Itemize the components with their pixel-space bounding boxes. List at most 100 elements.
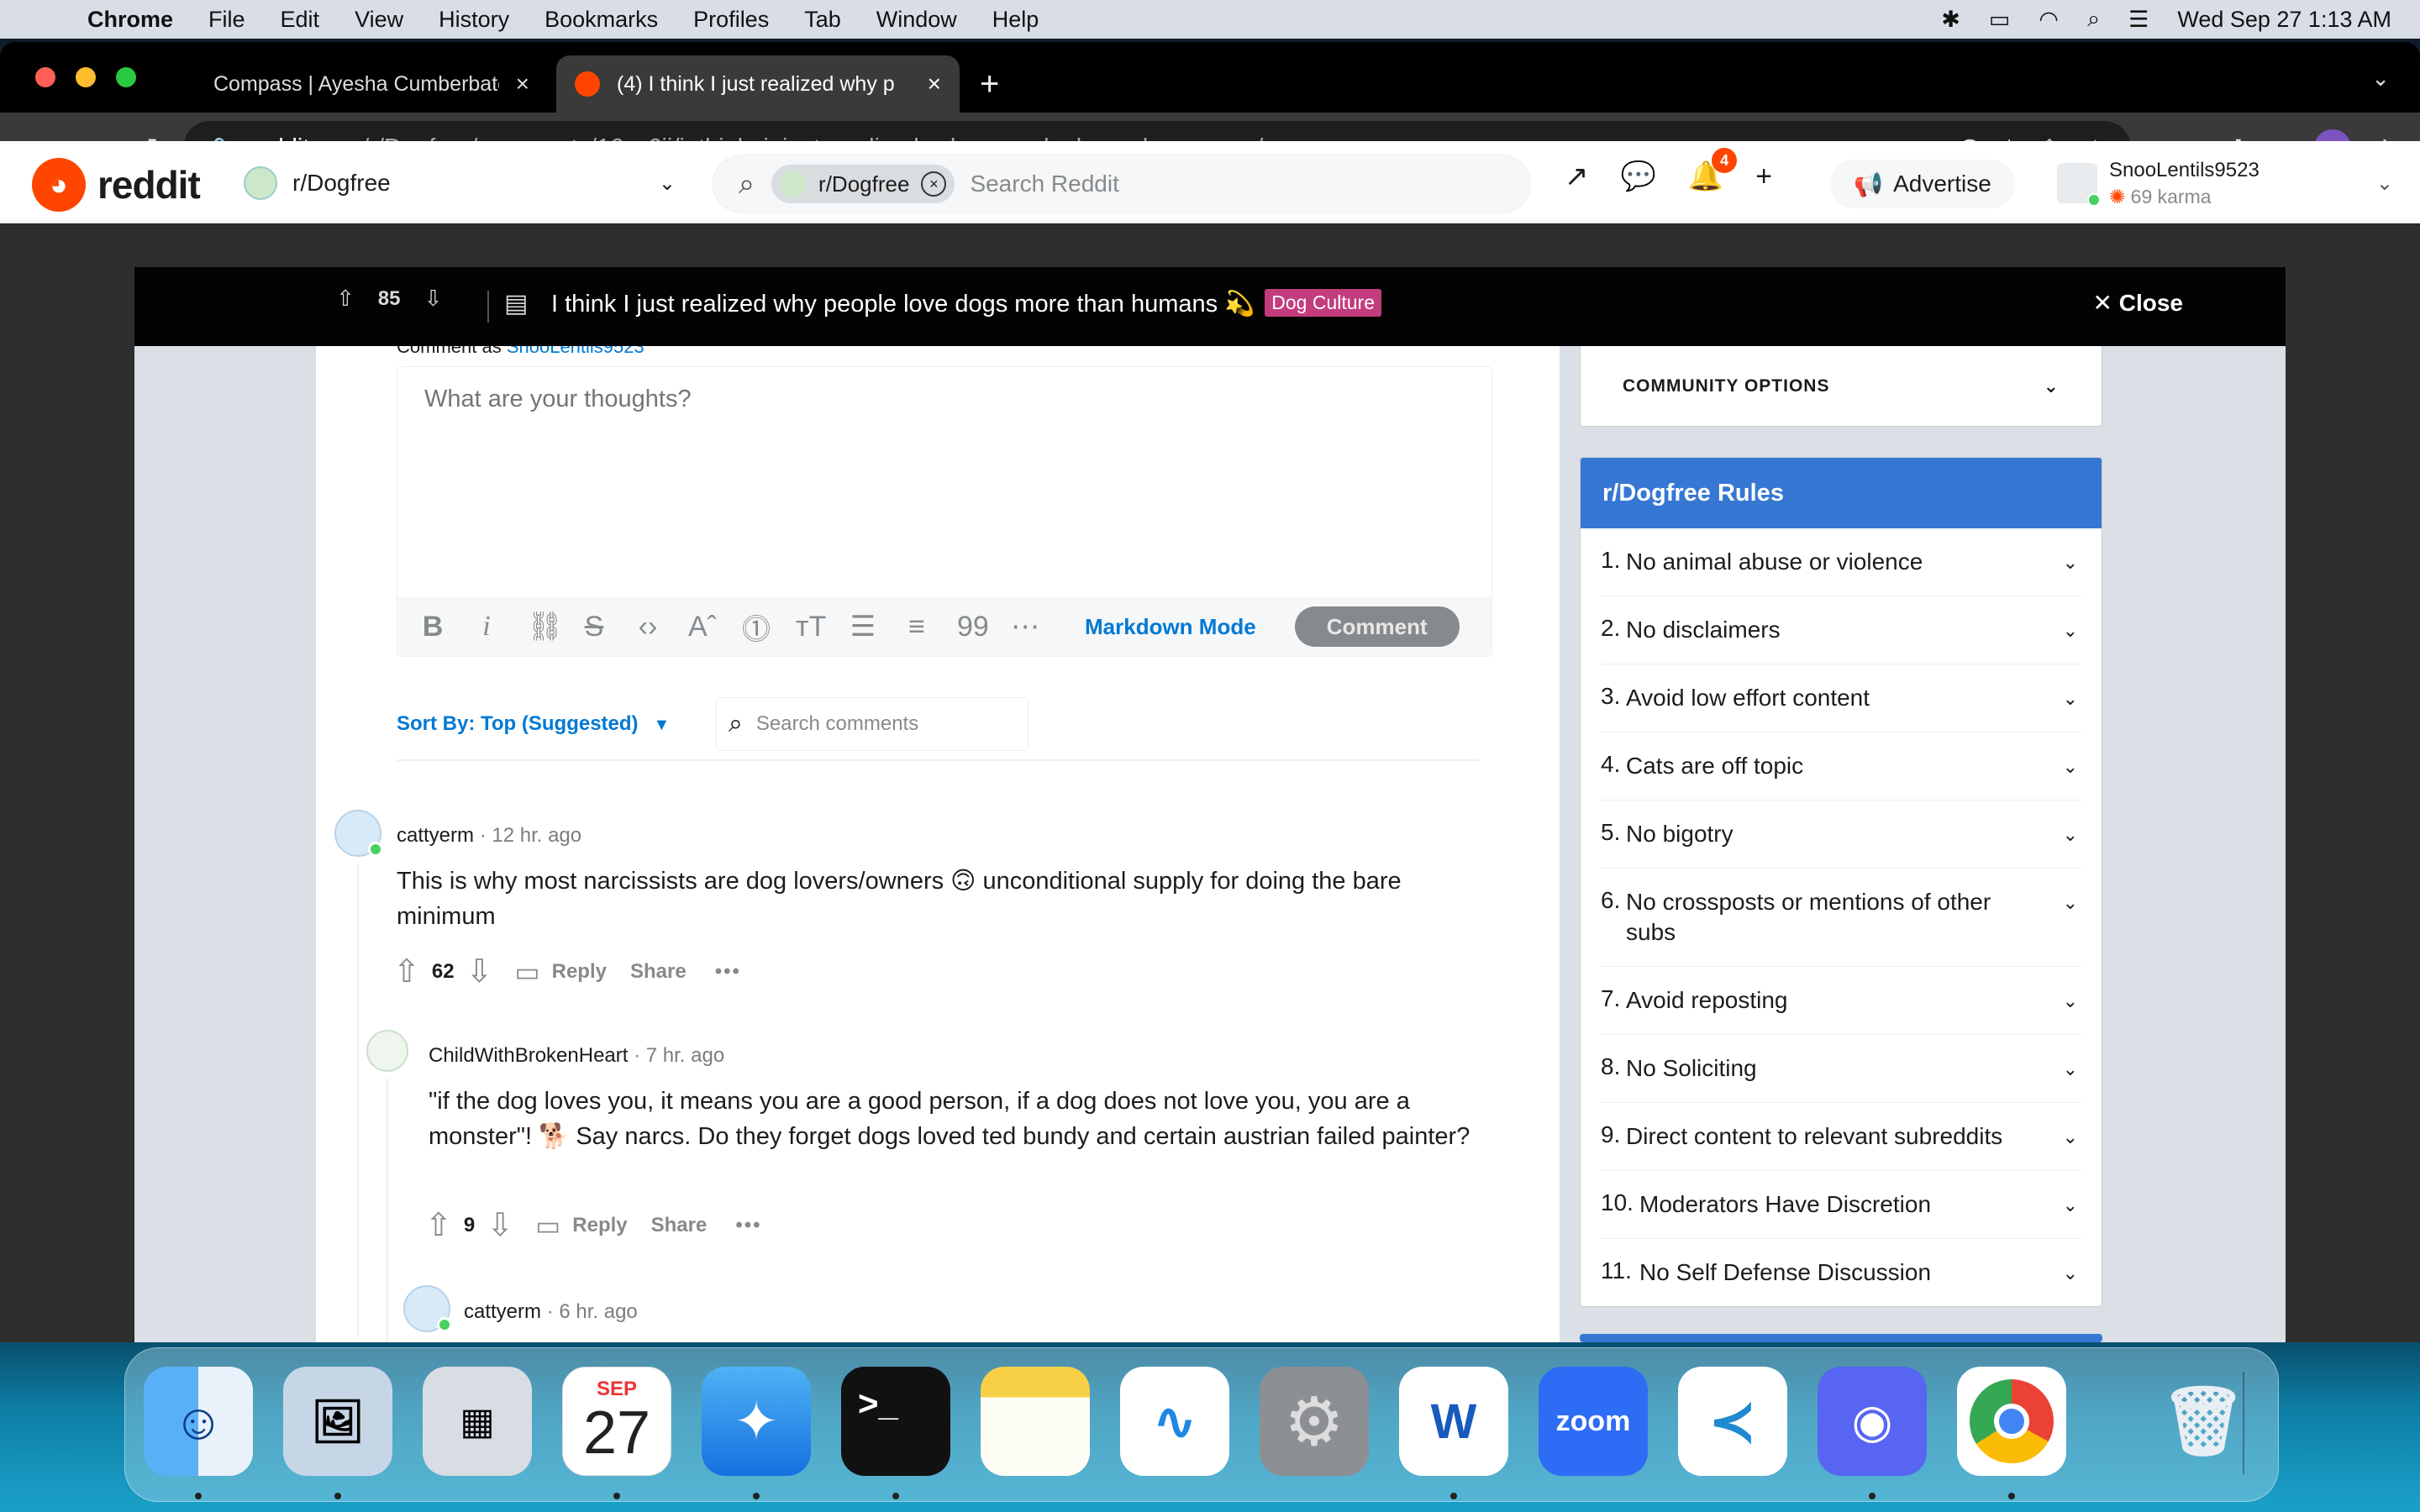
comment-timestamp[interactable]: 12 hr. ago: [492, 824, 581, 847]
upvote-icon[interactable]: ⇧: [425, 1206, 452, 1244]
bluetooth-icon[interactable]: ✱: [1941, 7, 1960, 33]
more-options-icon[interactable]: ⋯: [1011, 610, 1039, 643]
menu-edit[interactable]: Edit: [281, 7, 320, 33]
bulleted-list-icon[interactable]: ☰: [850, 610, 876, 643]
thread-line[interactable]: [387, 1079, 388, 1347]
markdown-mode-button[interactable]: Markdown Mode: [1085, 614, 1256, 640]
strikethrough-icon[interactable]: S: [581, 611, 608, 643]
rule-item[interactable]: 4. Cats are off topic ⌄: [1601, 732, 2081, 801]
discord-icon[interactable]: ◉: [1818, 1367, 1927, 1476]
comment-timestamp[interactable]: 6 hr. ago: [559, 1300, 637, 1323]
rule-item[interactable]: 9. Direct content to relevant subreddits ⌄: [1601, 1103, 2081, 1171]
tab-search-chevron-icon[interactable]: ⌄: [2371, 66, 2390, 92]
numbered-list-icon[interactable]: ≡: [903, 611, 930, 643]
notifications-bell-icon[interactable]: 🔔 4: [1688, 148, 1738, 193]
search-comments-input[interactable]: ⌕ Search comments: [716, 697, 1028, 751]
popular-icon[interactable]: ↗: [1565, 160, 1589, 193]
menu-app-name[interactable]: Chrome: [87, 7, 173, 33]
reddit-search-bar[interactable]: ⌕ r/Dogfree × Search Reddit: [713, 155, 1531, 213]
downvote-icon[interactable]: ⇩: [466, 953, 493, 990]
create-post-plus-icon[interactable]: +: [1755, 160, 1772, 193]
superscript-icon[interactable]: Aˆ: [688, 611, 717, 643]
sticky-post-title[interactable]: I think I just realized why people love …: [551, 289, 1382, 318]
user-menu[interactable]: SnooLentils9523 ✺ 69 karma ⌄: [2057, 156, 2393, 210]
rule-item[interactable]: 3. Avoid low effort content ⌄: [1601, 664, 2081, 732]
tab-reddit-active[interactable]: (4) I think I just realized why people l…: [556, 55, 960, 113]
rule-item[interactable]: 8. No Soliciting ⌄: [1601, 1035, 2081, 1103]
close-post-button[interactable]: ✕ Close: [2093, 289, 2184, 317]
calendar-icon[interactable]: SEP 27: [562, 1367, 671, 1476]
heading-icon[interactable]: тT: [796, 611, 826, 643]
upvote-icon[interactable]: ⇧: [393, 953, 420, 990]
spotlight-search-icon[interactable]: ⌕: [2087, 6, 2100, 33]
terminal-icon[interactable]: >_: [841, 1367, 950, 1476]
close-tab-icon[interactable]: ×: [516, 71, 529, 97]
freeform-icon[interactable]: ∿: [1120, 1367, 1229, 1476]
more-options-icon[interactable]: •••: [715, 960, 741, 984]
avatar[interactable]: [334, 810, 383, 857]
comment-submit-button[interactable]: Comment: [1294, 606, 1460, 647]
more-options-icon[interactable]: •••: [735, 1214, 761, 1237]
trash-icon[interactable]: 🗑: [2149, 1367, 2258, 1476]
reply-button[interactable]: ▭ Reply: [535, 1210, 628, 1242]
menu-help[interactable]: Help: [992, 7, 1039, 33]
rule-item[interactable]: 7. Avoid reposting ⌄: [1601, 967, 2081, 1035]
menu-file[interactable]: File: [208, 7, 245, 33]
downvote-icon[interactable]: ⇩: [424, 286, 443, 312]
comment-textarea[interactable]: [397, 367, 1491, 599]
safari-icon[interactable]: ✦: [702, 1367, 811, 1476]
link-icon[interactable]: ⛓: [527, 610, 563, 643]
post-flair[interactable]: Dog Culture: [1265, 289, 1382, 317]
search-community-chip[interactable]: r/Dogfree ×: [771, 165, 955, 203]
sort-dropdown[interactable]: Sort By: Top (Suggested) ▼: [397, 712, 670, 736]
microsoft-word-icon[interactable]: W: [1399, 1367, 1508, 1476]
notes-icon[interactable]: [981, 1367, 1090, 1476]
avatar[interactable]: [403, 1285, 452, 1332]
upvote-icon[interactable]: ⇧: [336, 286, 355, 312]
chrome-icon[interactable]: [1957, 1367, 2066, 1476]
spoiler-icon[interactable]: ⓵: [742, 606, 771, 648]
menubar-datetime[interactable]: Wed Sep 27 1:13 AM: [2177, 7, 2391, 33]
new-tab-icon[interactable]: +: [980, 66, 999, 103]
menu-tab[interactable]: Tab: [804, 7, 841, 33]
advertise-button[interactable]: 📢 Advertise: [1830, 160, 2015, 208]
vscode-icon[interactable]: ≺: [1678, 1367, 1787, 1476]
battery-icon[interactable]: ▭: [1989, 7, 2011, 33]
downvote-icon[interactable]: ⇩: [487, 1206, 513, 1244]
menu-history[interactable]: History: [439, 7, 509, 33]
rule-item[interactable]: 6. No crossposts or mentions of other sub…: [1601, 869, 2081, 967]
minimize-window-button[interactable]: [76, 67, 96, 87]
maximize-window-button[interactable]: [116, 67, 136, 87]
community-dropdown[interactable]: r/Dogfree ⌄: [244, 160, 676, 207]
rule-item[interactable]: 5. No bigotry ⌄: [1601, 801, 2081, 869]
close-tab-icon[interactable]: ×: [928, 71, 941, 97]
rule-item[interactable]: 2. No disclaimers ⌄: [1601, 596, 2081, 664]
community-options-toggle[interactable]: COMMUNITY OPTIONS ⌄: [1580, 346, 2102, 427]
preview-icon[interactable]: 🖼: [283, 1367, 392, 1476]
avatar[interactable]: [366, 1030, 408, 1072]
wifi-icon[interactable]: ◠: [2039, 7, 2059, 33]
bold-icon[interactable]: B: [419, 611, 446, 643]
share-button[interactable]: Share: [630, 960, 687, 984]
share-button[interactable]: Share: [651, 1214, 708, 1237]
close-window-button[interactable]: [35, 67, 55, 87]
rule-item[interactable]: 10. Moderators Have Discretion ⌄: [1601, 1171, 2081, 1239]
reddit-logo[interactable]: ◕ reddit: [32, 158, 201, 212]
chat-icon[interactable]: 💬: [1621, 160, 1656, 193]
comment-author[interactable]: cattyerm: [397, 824, 474, 847]
menu-profiles[interactable]: Profiles: [693, 7, 769, 33]
reply-button[interactable]: ▭ Reply: [514, 956, 607, 988]
comment-author[interactable]: ChildWithBrokenHeart: [429, 1044, 628, 1067]
inline-code-icon[interactable]: ‹›: [634, 611, 661, 643]
italic-icon[interactable]: i: [473, 611, 500, 643]
menu-window[interactable]: Window: [876, 7, 957, 33]
zoom-icon[interactable]: zoom: [1539, 1367, 1648, 1476]
rule-item[interactable]: 1. No animal abuse or violence ⌄: [1601, 528, 2081, 596]
rule-item[interactable]: 11. No Self Defense Discussion ⌄: [1601, 1239, 2081, 1306]
comment-author[interactable]: cattyerm: [464, 1300, 541, 1323]
launchpad-icon[interactable]: ▦: [423, 1367, 532, 1476]
quote-block-icon[interactable]: 99: [957, 611, 989, 643]
remove-chip-icon[interactable]: ×: [921, 171, 947, 197]
tab-compass[interactable]: Compass | Ayesha Cumberbatch ×: [195, 55, 548, 113]
menu-view[interactable]: View: [355, 7, 403, 33]
